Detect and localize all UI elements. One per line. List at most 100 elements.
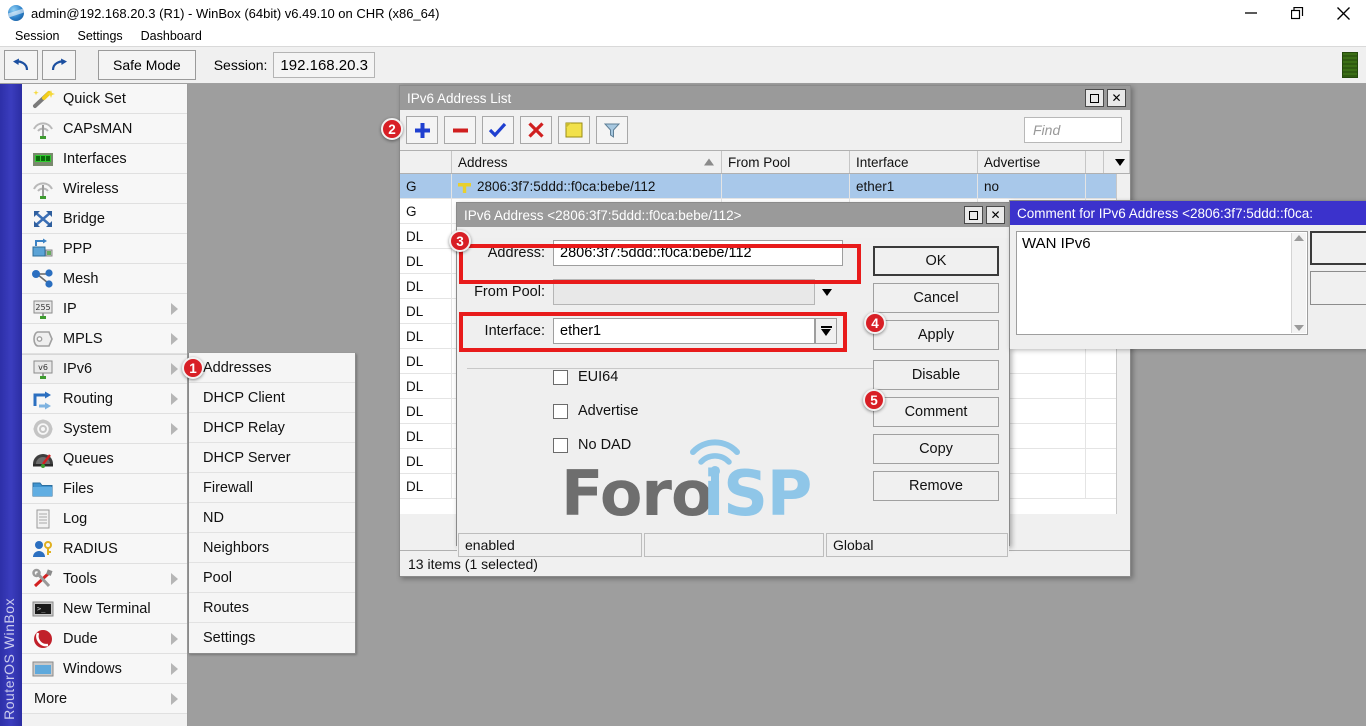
maximize-icon[interactable] <box>1085 89 1104 107</box>
comment-textarea[interactable]: WAN IPv6 <box>1016 231 1308 335</box>
close-icon[interactable]: ✕ <box>986 206 1005 224</box>
column-header-advertise[interactable]: Advertise <box>978 151 1086 173</box>
submenu-item-settings[interactable]: Settings <box>189 623 355 653</box>
sidebar-item-mpls[interactable]: MPLS <box>22 324 187 354</box>
sidebar-label: Windows <box>63 661 122 677</box>
submenu-item-dhcp-server[interactable]: DHCP Server <box>189 443 355 473</box>
submenu-item-neighbors[interactable]: Neighbors <box>189 533 355 563</box>
table-row[interactable]: G 2806:3f7:5ddd::f0ca:bebe/112 ether1 no <box>400 174 1130 199</box>
restore-icon[interactable] <box>1274 0 1320 26</box>
sidebar-item-bridge[interactable]: Bridge <box>22 204 187 234</box>
dude-icon <box>30 628 56 650</box>
comment-scrollbar[interactable] <box>1291 233 1306 333</box>
dialog-disable-button[interactable]: Disable <box>873 360 999 390</box>
comment-note-icon[interactable] <box>558 116 590 144</box>
sidebar-item-quick-set[interactable]: Quick Set <box>22 84 187 114</box>
submenu-item-nd[interactable]: ND <box>189 503 355 533</box>
dialog-comment-button[interactable]: Comment <box>873 397 999 427</box>
menu-settings[interactable]: Settings <box>68 26 131 46</box>
sidebar-item-log[interactable]: Log <box>22 504 187 534</box>
enable-check-icon[interactable] <box>482 116 514 144</box>
minimize-icon[interactable] <box>1228 0 1274 26</box>
sidebar-item-radius[interactable]: RADIUS <box>22 534 187 564</box>
maximize-icon[interactable] <box>964 206 983 224</box>
session-value[interactable]: 192.168.20.3 <box>273 52 375 78</box>
sidebar-item-ppp[interactable]: PPP <box>22 234 187 264</box>
row-flag: DL <box>400 224 452 248</box>
dialog-copy-button[interactable]: Copy <box>873 434 999 464</box>
comment-window-title: Comment for IPv6 Address <2806:3f7:5ddd:… <box>1017 206 1313 221</box>
mesh-icon <box>30 268 56 290</box>
comment-cancel-button[interactable] <box>1310 271 1366 305</box>
dialog-cancel-button[interactable]: Cancel <box>873 283 999 313</box>
column-header-flag[interactable] <box>400 151 452 173</box>
scroll-down-icon[interactable] <box>1294 325 1304 331</box>
chevron-right-icon <box>171 633 178 645</box>
window-controls <box>1228 0 1366 26</box>
scroll-up-icon[interactable] <box>1294 235 1304 241</box>
sidebar-item-wireless[interactable]: Wireless <box>22 174 187 204</box>
sort-ascending-icon <box>704 159 714 166</box>
remove-minus-icon[interactable] <box>444 116 476 144</box>
sidebar-item-new-terminal[interactable]: >_ New Terminal <box>22 594 187 624</box>
sidebar-item-more[interactable]: More <box>22 684 187 714</box>
column-header-from-pool[interactable]: From Pool <box>722 151 850 173</box>
submenu-item-dhcp-client[interactable]: DHCP Client <box>189 383 355 413</box>
dialog-ok-button[interactable]: OK <box>873 246 999 276</box>
column-chooser-icon[interactable] <box>1104 151 1130 173</box>
row-flag: DL <box>400 424 452 448</box>
comment-ok-button[interactable] <box>1310 231 1366 265</box>
from-pool-label: From Pool: <box>463 284 553 300</box>
sidebar-label: Log <box>63 511 87 527</box>
sidebar-item-queues[interactable]: Queues <box>22 444 187 474</box>
redo-icon[interactable] <box>42 50 76 80</box>
sidebar-item-interfaces[interactable]: Interfaces <box>22 144 187 174</box>
column-header-interface[interactable]: Interface <box>850 151 978 173</box>
column-header-address[interactable]: Address <box>452 151 722 173</box>
sidebar-item-tools[interactable]: Tools <box>22 564 187 594</box>
main-toolbar: Safe Mode Session: 192.168.20.3 <box>0 46 1366 84</box>
dialog-apply-button[interactable]: Apply <box>873 320 999 350</box>
advertise-checkbox[interactable] <box>553 404 568 419</box>
submenu-item-dhcp-relay[interactable]: DHCP Relay <box>189 413 355 443</box>
undo-icon[interactable] <box>4 50 38 80</box>
sidebar-label: MPLS <box>63 331 103 347</box>
sidebar-item-capsman[interactable]: CAPsMAN <box>22 114 187 144</box>
eui64-label: EUI64 <box>578 369 618 385</box>
eui64-checkbox[interactable] <box>553 370 568 385</box>
window-title: admin@192.168.20.3 (R1) - WinBox (64bit)… <box>31 6 439 21</box>
no-dad-checkbox[interactable] <box>553 438 568 453</box>
row-flag: DL <box>400 374 452 398</box>
menu-session[interactable]: Session <box>6 26 68 46</box>
dialog-remove-button[interactable]: Remove <box>873 471 999 501</box>
sidebar-label: Queues <box>63 451 114 467</box>
mpls-tag-icon <box>30 328 56 350</box>
gauge-icon <box>30 448 56 470</box>
safe-mode-button[interactable]: Safe Mode <box>98 50 196 80</box>
sidebar-label: IPv6 <box>63 361 92 377</box>
close-icon[interactable]: ✕ <box>1107 89 1126 107</box>
disable-cross-icon[interactable] <box>520 116 552 144</box>
filter-funnel-icon[interactable] <box>596 116 628 144</box>
sidebar-item-windows[interactable]: Windows <box>22 654 187 684</box>
submenu-item-addresses[interactable]: Addresses <box>189 353 355 383</box>
sidebar-item-ipv6[interactable]: v6 IPv6 <box>22 354 187 384</box>
sidebar-item-system[interactable]: System <box>22 414 187 444</box>
close-icon[interactable] <box>1320 0 1366 26</box>
submenu-item-routes[interactable]: Routes <box>189 593 355 623</box>
sidebar-label: Interfaces <box>63 151 127 167</box>
sidebar-item-dude[interactable]: Dude <box>22 624 187 654</box>
submenu-item-pool[interactable]: Pool <box>189 563 355 593</box>
address-field-highlight <box>459 244 861 284</box>
sidebar-item-files[interactable]: Files <box>22 474 187 504</box>
svg-text:>_: >_ <box>37 605 46 613</box>
sidebar-item-ip[interactable]: 255 IP <box>22 294 187 324</box>
submenu-item-firewall[interactable]: Firewall <box>189 473 355 503</box>
sidebar-item-mesh[interactable]: Mesh <box>22 264 187 294</box>
sidebar-label: IP <box>63 301 77 317</box>
menu-dashboard[interactable]: Dashboard <box>132 26 211 46</box>
add-plus-icon[interactable] <box>406 116 438 144</box>
sidebar-item-routing[interactable]: Routing <box>22 384 187 414</box>
find-input[interactable]: Find <box>1024 117 1122 143</box>
chevron-right-icon <box>171 423 178 435</box>
